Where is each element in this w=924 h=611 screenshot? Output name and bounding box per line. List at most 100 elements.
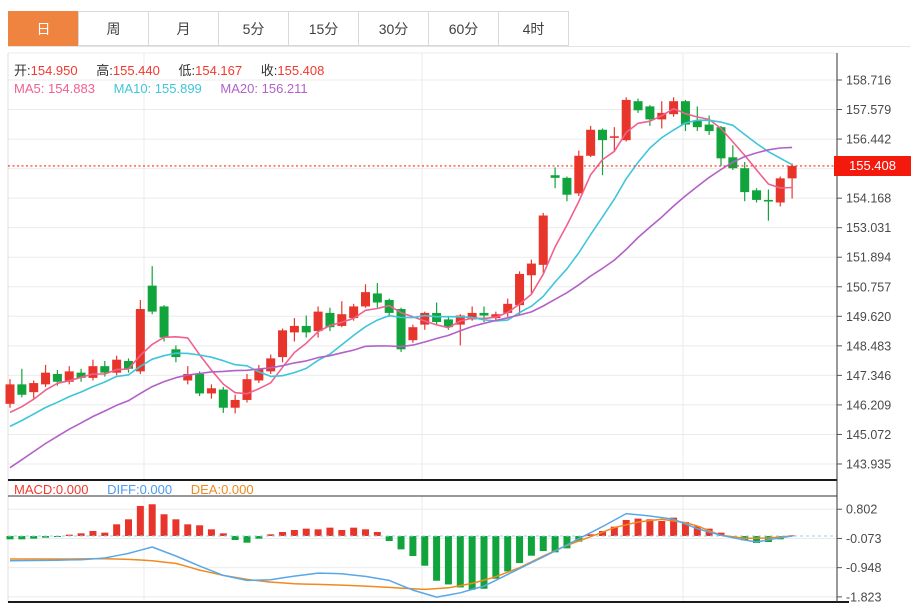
period-tab-bar: 日周月 5分 15分 30分 60分 4时 — [8, 11, 569, 46]
macd-bar — [160, 514, 168, 536]
price-axis-label: -1.823 — [846, 590, 881, 604]
high-readout: 高:155.440 — [96, 63, 160, 78]
macd-bar — [136, 505, 144, 536]
diff-value-readout: DIFF:0.000 — [107, 482, 172, 497]
price-axis-label: 156.442 — [846, 133, 891, 147]
candle — [740, 168, 750, 193]
ma-readout: MA5: 154.883 MA10: 155.899 MA20: 156.211 — [14, 81, 323, 96]
ma5-label: MA5: — [14, 81, 45, 96]
candle — [206, 388, 216, 394]
high-value: 155.440 — [112, 63, 160, 78]
macd-bar — [539, 536, 547, 552]
close-readout: 收:155.408 — [261, 63, 325, 78]
tab-60min[interactable]: 60分 — [428, 11, 499, 46]
price-axis-label: 145.072 — [846, 428, 891, 442]
macd-label: MACD: — [14, 482, 56, 497]
macd-bar — [409, 536, 417, 557]
macd-bar — [125, 519, 132, 536]
candle — [621, 99, 631, 141]
candle — [41, 372, 51, 385]
candle — [289, 325, 299, 333]
macd-bar — [89, 530, 97, 536]
candle — [562, 177, 572, 195]
candle — [100, 366, 110, 373]
macd-bar — [184, 524, 192, 536]
price-axis-label: 147.346 — [846, 369, 891, 383]
macd-bar — [646, 519, 654, 536]
candle — [301, 325, 311, 333]
price-axis-label: 148.483 — [846, 339, 891, 353]
diff-value: 0.000 — [139, 482, 173, 497]
tab-15min[interactable]: 15分 — [288, 11, 359, 46]
candle — [408, 327, 418, 341]
macd-value-readout: MACD:0.000 — [14, 482, 88, 497]
price-axis-label: 0.802 — [846, 503, 877, 517]
close-value: 155.408 — [277, 63, 325, 78]
candle — [775, 178, 785, 203]
tab-bar-divider — [8, 46, 910, 47]
candle — [195, 373, 205, 394]
macd-bar — [492, 536, 500, 579]
macd-bar — [113, 524, 121, 536]
macd-bar — [622, 519, 630, 536]
macd-bar — [516, 536, 524, 564]
high-label: 高: — [96, 63, 113, 78]
ma20-label: MA20: — [220, 81, 258, 96]
candle — [598, 129, 607, 141]
tab-day[interactable]: 日 — [8, 11, 79, 46]
ma10-value: 155.899 — [154, 81, 202, 96]
macd-bar — [444, 536, 452, 585]
dea-value-readout: DEA:0.000 — [191, 482, 254, 497]
price-axis-label: 154.168 — [846, 192, 891, 206]
price-axis-label: 146.209 — [846, 398, 891, 412]
macd-readout: MACD:0.000 DIFF:0.000 DEA:0.000 — [14, 482, 269, 497]
price-axis-label: 157.579 — [846, 103, 891, 117]
macd-bar — [397, 536, 405, 550]
macd-bar — [362, 529, 369, 536]
price-axis-label: 143.935 — [846, 457, 891, 471]
macd-bar — [243, 536, 251, 543]
macd-bar — [207, 529, 215, 536]
dea-label: DEA: — [190, 482, 222, 497]
candle — [242, 379, 252, 400]
candle — [147, 285, 157, 312]
macd-bar — [148, 504, 156, 536]
candle — [361, 292, 370, 307]
tab-5min[interactable]: 5分 — [218, 11, 289, 46]
candle — [633, 101, 643, 111]
ma10-label: MA10: — [113, 81, 152, 96]
candle — [669, 101, 679, 115]
candle — [278, 330, 288, 358]
close-label: 收: — [260, 63, 278, 78]
candle — [479, 312, 489, 316]
tab-week[interactable]: 周 — [78, 11, 149, 46]
current-price-tag: 155.408 — [834, 156, 911, 176]
candle — [337, 314, 347, 326]
macd-bar — [373, 531, 381, 536]
candle — [159, 306, 169, 338]
tab-month[interactable]: 月 — [148, 11, 219, 46]
diff-label: DIFF: — [107, 482, 140, 497]
tab-30min[interactable]: 30分 — [358, 11, 429, 46]
candle — [5, 384, 15, 404]
candle — [752, 190, 762, 200]
candle — [396, 309, 406, 350]
open-label: 开: — [14, 63, 31, 78]
low-value: 154.167 — [195, 63, 243, 78]
tab-4hour[interactable]: 4时 — [498, 11, 569, 46]
candle — [609, 136, 619, 138]
macd-bar — [302, 528, 310, 536]
candle — [538, 215, 548, 265]
macd-bar — [504, 536, 512, 572]
open-readout: 开:154.950 — [14, 63, 78, 78]
macd-bar — [421, 536, 429, 566]
price-axis-label: 151.894 — [846, 251, 891, 265]
price-axis-label: -0.948 — [846, 561, 881, 575]
candle — [135, 309, 145, 372]
macd-bar — [196, 525, 204, 536]
candle — [218, 389, 228, 408]
candle — [29, 383, 39, 393]
macd-bar — [433, 536, 441, 581]
candle — [17, 384, 27, 395]
macd-bar — [385, 536, 393, 542]
